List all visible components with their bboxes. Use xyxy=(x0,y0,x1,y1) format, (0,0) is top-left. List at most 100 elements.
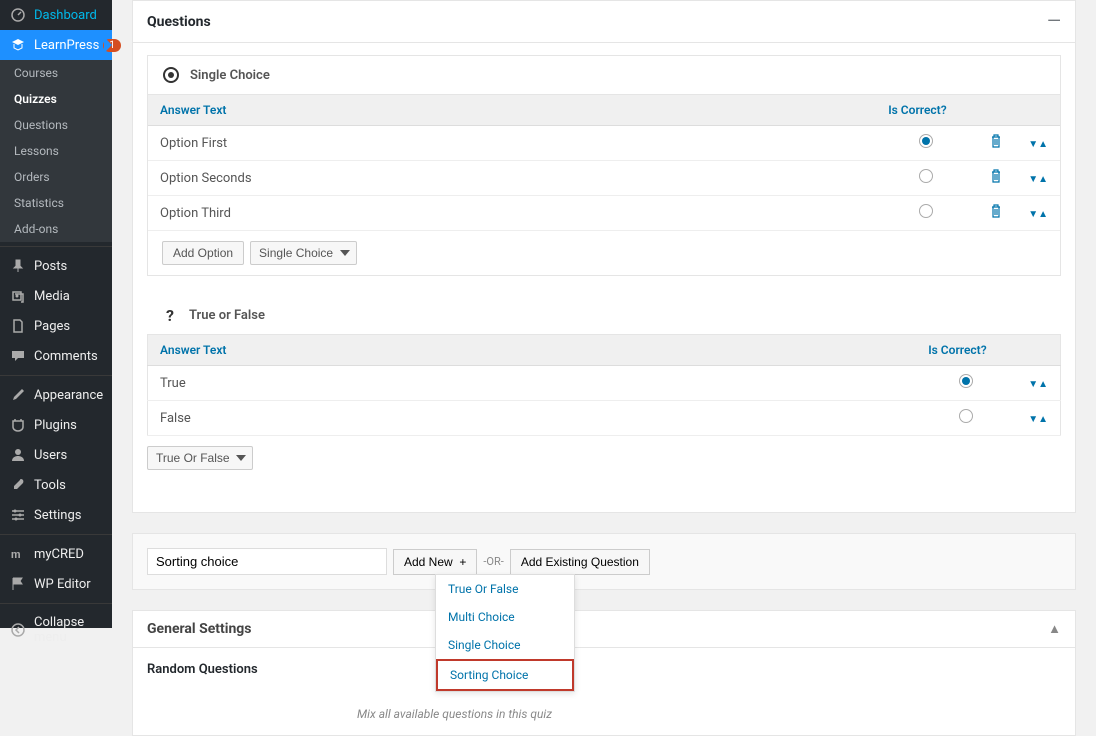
answers-table: Answer Text Is Correct? Option First ▼▲ xyxy=(148,95,1060,231)
trash-icon[interactable] xyxy=(989,137,1003,152)
add-new-button[interactable]: Add New + xyxy=(393,549,477,575)
questions-panel: Questions — Single Choice Answer Text Is… xyxy=(132,0,1076,513)
menu-comments[interactable]: Comments xyxy=(0,341,112,371)
dashboard-icon xyxy=(10,7,26,23)
col-delete xyxy=(976,95,1016,126)
menu-pages[interactable]: Pages xyxy=(0,311,112,341)
correct-radio[interactable] xyxy=(919,134,933,148)
general-settings-body: Random Questions Mix all available quest… xyxy=(132,648,1076,736)
menu-wpeditor[interactable]: WP Editor xyxy=(0,569,112,599)
trash-icon[interactable] xyxy=(989,172,1003,187)
plugin-icon xyxy=(10,417,26,433)
dropdown-item-single-choice[interactable]: Single Choice xyxy=(436,631,574,659)
question-type-dropdown: True Or False Multi Choice Single Choice… xyxy=(435,574,575,692)
dropdown-item-true-false[interactable]: True Or False xyxy=(436,575,574,603)
user-icon xyxy=(10,447,26,463)
main-content: Questions — Single Choice Answer Text Is… xyxy=(112,0,1096,736)
menu-users-label: Users xyxy=(34,448,67,463)
menu-learnpress[interactable]: LearnPress 1 xyxy=(0,30,112,60)
menu-settings[interactable]: Settings xyxy=(0,500,112,530)
answer-text[interactable]: False xyxy=(148,401,917,436)
submenu-orders[interactable]: Orders xyxy=(0,164,112,190)
correct-radio[interactable] xyxy=(919,169,933,183)
correct-radio[interactable] xyxy=(919,204,933,218)
pin-icon xyxy=(10,258,26,274)
sort-icon[interactable]: ▼▲ xyxy=(1028,379,1048,390)
general-settings-title: General Settings xyxy=(147,621,252,637)
question-type-select[interactable]: Single Choice xyxy=(250,241,357,265)
answer-text[interactable]: True xyxy=(148,366,917,401)
answer-row: False ▼▲ xyxy=(148,401,1061,436)
menu-plugins[interactable]: Plugins xyxy=(0,410,112,440)
question-mark-icon: ? xyxy=(161,306,179,324)
dropdown-item-multi-choice[interactable]: Multi Choice xyxy=(436,603,574,631)
menu-appearance-label: Appearance xyxy=(34,388,103,403)
submenu-lessons[interactable]: Lessons xyxy=(0,138,112,164)
flag-icon xyxy=(10,576,26,592)
submenu-courses[interactable]: Courses xyxy=(0,60,112,86)
add-option-button[interactable]: Add Option xyxy=(162,241,244,265)
menu-dashboard-label: Dashboard xyxy=(34,8,97,23)
menu-posts[interactable]: Posts xyxy=(0,251,112,281)
question-block-single-choice: Single Choice Answer Text Is Correct? xyxy=(147,55,1061,276)
submenu-statistics[interactable]: Statistics xyxy=(0,190,112,216)
questions-panel-body: Single Choice Answer Text Is Correct? xyxy=(133,43,1075,512)
sort-icon[interactable]: ▼▲ xyxy=(1028,139,1048,150)
add-question-row: Add New + -OR- Add Existing Question Tru… xyxy=(132,533,1076,590)
panel-title: Questions xyxy=(147,14,211,30)
menu-tools-label: Tools xyxy=(34,478,66,493)
question-title: Single Choice xyxy=(190,68,270,83)
menu-appearance[interactable]: Appearance xyxy=(0,380,112,410)
correct-radio[interactable] xyxy=(959,409,973,423)
menu-users[interactable]: Users xyxy=(0,440,112,470)
menu-learnpress-label: LearnPress xyxy=(34,38,99,53)
settings-row-random: Random Questions xyxy=(147,662,1061,677)
questions-panel-header: Questions — xyxy=(133,1,1075,43)
comment-icon xyxy=(10,348,26,364)
answer-text[interactable]: Option First xyxy=(148,126,876,161)
col-is-correct: Is Correct? xyxy=(916,335,1016,366)
menu-dashboard[interactable]: Dashboard xyxy=(0,0,112,30)
question-actions: True Or False xyxy=(147,436,1061,480)
menu-tools[interactable]: Tools xyxy=(0,470,112,500)
menu-mycred[interactable]: m myCRED xyxy=(0,539,112,569)
brush-icon xyxy=(10,387,26,403)
sliders-icon xyxy=(10,507,26,523)
learnpress-submenu: Courses Quizzes Questions Lessons Orders… xyxy=(0,60,112,242)
correct-radio[interactable] xyxy=(959,374,973,388)
col-answer-text: Answer Text xyxy=(148,95,876,126)
sort-icon[interactable]: ▼▲ xyxy=(1028,209,1048,220)
question-block-true-false: ? True or False Answer Text Is Correct? xyxy=(147,296,1061,480)
svg-text:?: ? xyxy=(166,306,174,324)
trash-icon[interactable] xyxy=(989,207,1003,222)
sort-icon[interactable]: ▼▲ xyxy=(1028,174,1048,185)
answers-table: Answer Text Is Correct? True ▼▲ False xyxy=(147,334,1061,436)
col-is-correct: Is Correct? xyxy=(876,95,976,126)
menu-settings-label: Settings xyxy=(34,508,81,523)
or-text: -OR- xyxy=(483,555,503,568)
dropdown-item-sorting-choice[interactable]: Sorting Choice xyxy=(436,659,574,691)
add-existing-button[interactable]: Add Existing Question xyxy=(510,549,650,575)
question-header: ? True or False xyxy=(147,296,1061,334)
new-question-input[interactable] xyxy=(147,548,387,575)
col-answer-text: Answer Text xyxy=(148,335,917,366)
sort-icon[interactable]: ▼▲ xyxy=(1028,414,1048,425)
menu-media[interactable]: Media xyxy=(0,281,112,311)
wrench-icon xyxy=(10,477,26,493)
question-type-select[interactable]: True Or False xyxy=(147,446,253,470)
menu-comments-label: Comments xyxy=(34,349,98,364)
submenu-questions[interactable]: Questions xyxy=(0,112,112,138)
answer-row: Option First ▼▲ xyxy=(148,126,1060,161)
menu-posts-label: Posts xyxy=(34,259,67,274)
menu-plugins-label: Plugins xyxy=(34,418,77,433)
panel-collapse-button[interactable]: — xyxy=(1047,11,1061,32)
learnpress-icon xyxy=(10,37,26,53)
question-header: Single Choice xyxy=(148,56,1060,95)
settings-collapse-button[interactable]: ▲ xyxy=(1048,621,1061,637)
submenu-addons[interactable]: Add-ons xyxy=(0,216,112,242)
answer-text[interactable]: Option Third xyxy=(148,196,876,231)
answer-text[interactable]: Option Seconds xyxy=(148,161,876,196)
single-choice-icon xyxy=(162,66,180,84)
menu-wpeditor-label: WP Editor xyxy=(34,577,91,592)
submenu-quizzes[interactable]: Quizzes xyxy=(0,86,112,112)
